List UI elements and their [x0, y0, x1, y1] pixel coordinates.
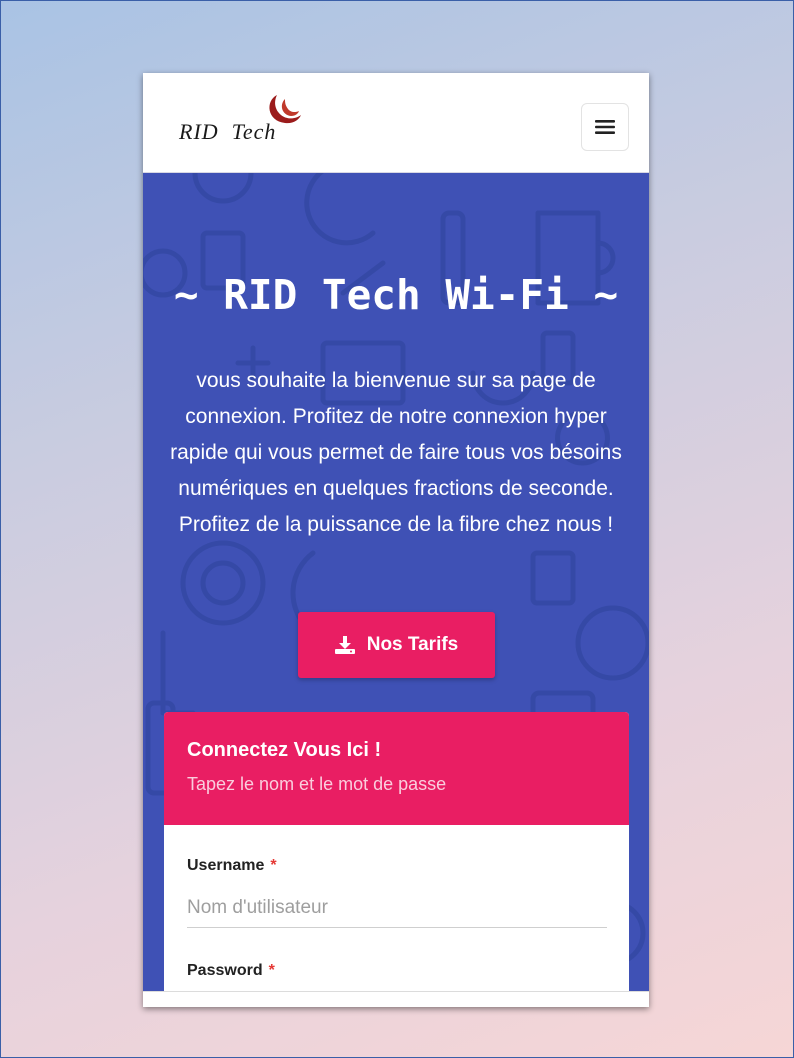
required-marker: *	[270, 857, 277, 874]
download-icon	[334, 636, 355, 654]
username-label-text: Username	[187, 857, 265, 874]
hero-section: ~ RID Tech Wi-Fi ~ vous souhaite la bien…	[143, 173, 649, 1007]
login-title: Connectez Vous Ici !	[187, 739, 382, 761]
hero-title: ~ RID Tech Wi-Fi ~	[173, 271, 619, 319]
login-card-header: Connectez Vous Ici ! Tapez le nom et le …	[164, 712, 629, 825]
brand-name: RID Tech	[179, 119, 277, 144]
brand-logo[interactable]: RID Tech	[177, 91, 317, 151]
password-label-text: Password	[187, 962, 263, 979]
pricing-button-label: Nos Tarifs	[366, 634, 459, 655]
username-input[interactable]	[187, 888, 607, 928]
login-card: Connectez Vous Ici ! Tapez le nom et le …	[164, 712, 629, 1007]
pricing-button[interactable]: Nos Tarifs	[298, 612, 495, 678]
hero-description: vous souhaite la bienvenue sur sa page d…	[170, 369, 622, 536]
password-label: Password *	[187, 962, 275, 980]
login-subtitle: Tapez le nom et le mot de passe	[187, 774, 447, 794]
hamburger-menu-icon	[595, 120, 615, 134]
mobile-viewport: RID Tech ~ RID Tech Wi-Fi ~ vous souhait…	[143, 73, 649, 1007]
required-marker: *	[268, 962, 275, 979]
navbar: RID Tech	[143, 73, 649, 173]
viewport-bottom-edge	[143, 991, 649, 1007]
username-label: Username *	[187, 857, 277, 875]
menu-toggle-button[interactable]	[581, 103, 629, 151]
